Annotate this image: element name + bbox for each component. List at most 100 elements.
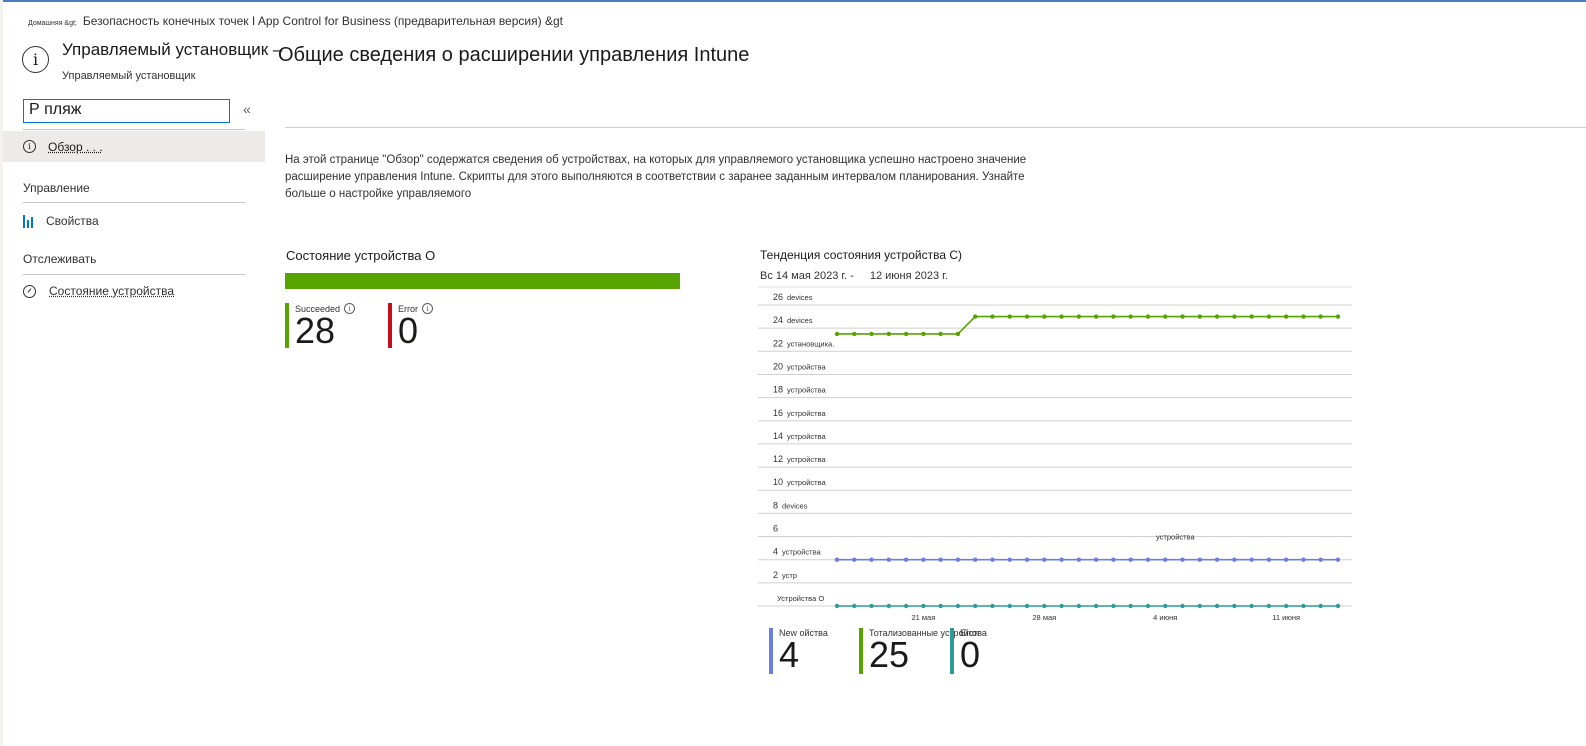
series-point[interactable] — [1093, 603, 1099, 609]
sidebar-item-properties[interactable]: Свойства — [23, 214, 99, 228]
series-point[interactable] — [938, 603, 943, 609]
series-point[interactable] — [1301, 314, 1306, 319]
series-point[interactable] — [1180, 314, 1185, 319]
series-point[interactable] — [1318, 314, 1323, 319]
sidebar-item-overview[interactable]: i Обзор . . . — [3, 131, 265, 162]
search-input[interactable]: Р пляж — [23, 99, 230, 123]
series-point[interactable] — [852, 557, 857, 562]
series-point[interactable] — [1266, 314, 1272, 319]
series-point[interactable] — [1111, 557, 1116, 562]
series-point[interactable] — [955, 603, 961, 609]
series-point[interactable] — [1128, 314, 1133, 319]
series-point[interactable] — [1197, 603, 1202, 609]
series-point[interactable] — [1335, 603, 1341, 609]
series-point[interactable] — [1076, 557, 1082, 562]
series-point[interactable] — [1197, 557, 1202, 562]
series-point[interactable] — [1335, 314, 1341, 319]
series-point[interactable] — [1163, 603, 1168, 609]
series-point[interactable] — [1093, 557, 1099, 562]
series-point[interactable] — [1232, 314, 1237, 319]
series-point[interactable] — [955, 331, 961, 337]
series-point[interactable] — [1214, 314, 1220, 319]
series-point[interactable] — [1249, 603, 1254, 609]
series-point[interactable] — [903, 603, 909, 609]
series-point[interactable] — [1059, 314, 1064, 319]
series-point[interactable] — [1232, 557, 1237, 562]
sidebar-item-device-status[interactable]: Состояние устройства — [23, 284, 174, 298]
series-point[interactable] — [1111, 314, 1116, 319]
series-point[interactable] — [903, 557, 909, 562]
series-point[interactable] — [886, 331, 892, 337]
series-point[interactable] — [973, 603, 978, 609]
series-point[interactable] — [886, 557, 892, 562]
series-point[interactable] — [1266, 603, 1272, 609]
series-point[interactable] — [1076, 603, 1082, 609]
series-point[interactable] — [1197, 314, 1202, 319]
series-point[interactable] — [921, 331, 926, 337]
series-point[interactable] — [834, 331, 840, 337]
series-point[interactable] — [1318, 557, 1323, 562]
series-point[interactable] — [955, 557, 961, 562]
series-point[interactable] — [1266, 557, 1272, 562]
series-point[interactable] — [834, 603, 840, 609]
series-point[interactable] — [834, 557, 840, 562]
info-icon[interactable]: i — [344, 303, 356, 314]
series-point[interactable] — [1283, 557, 1289, 562]
series-point[interactable] — [1059, 557, 1064, 562]
collapse-sidebar-button[interactable]: « — [243, 101, 251, 117]
series-point[interactable] — [973, 314, 978, 319]
series-point[interactable] — [1145, 603, 1151, 609]
series-point[interactable] — [938, 331, 943, 337]
info-icon[interactable]: i — [422, 303, 433, 314]
series-point[interactable] — [1163, 557, 1168, 562]
series-point[interactable] — [852, 603, 857, 609]
series-point[interactable] — [973, 557, 978, 562]
series-point[interactable] — [1128, 557, 1133, 562]
series-point[interactable] — [1301, 603, 1306, 609]
series-point[interactable] — [869, 603, 874, 609]
series-point[interactable] — [990, 314, 995, 319]
series-point[interactable] — [1214, 557, 1220, 562]
series-point[interactable] — [1007, 314, 1012, 319]
series-point[interactable] — [1249, 314, 1254, 319]
breadcrumb-path[interactable]: Безопасность конечных точек I App Contro… — [83, 14, 563, 28]
series-point[interactable] — [1180, 557, 1185, 562]
series-point[interactable] — [1283, 314, 1289, 319]
series-point[interactable] — [1024, 314, 1030, 319]
series-point[interactable] — [1283, 603, 1289, 609]
series-point[interactable] — [1249, 557, 1254, 562]
series-point[interactable] — [1059, 603, 1064, 609]
series-point[interactable] — [1042, 314, 1047, 319]
series-point[interactable] — [1128, 603, 1133, 609]
series-point[interactable] — [1042, 557, 1047, 562]
series-point[interactable] — [903, 331, 909, 337]
series-point[interactable] — [1093, 314, 1099, 319]
sidebar-item-label: Состояние устройства — [49, 284, 175, 298]
series-point[interactable] — [1163, 314, 1168, 319]
series-point[interactable] — [1024, 557, 1030, 562]
series-point[interactable] — [1042, 603, 1047, 609]
series-point[interactable] — [1318, 603, 1323, 609]
series-point[interactable] — [886, 603, 892, 609]
breadcrumb-home[interactable]: Домашняя &gt; — [28, 20, 77, 27]
series-point[interactable] — [1145, 557, 1151, 562]
series-point[interactable] — [852, 331, 857, 337]
series-point[interactable] — [990, 603, 995, 609]
series-point[interactable] — [1145, 314, 1151, 319]
series-point[interactable] — [990, 557, 995, 562]
series-point[interactable] — [1007, 603, 1012, 609]
series-point[interactable] — [869, 331, 874, 337]
series-point[interactable] — [1024, 603, 1030, 609]
series-point[interactable] — [1301, 557, 1306, 562]
series-point[interactable] — [1232, 603, 1237, 609]
series-point[interactable] — [869, 557, 874, 562]
series-point[interactable] — [1076, 314, 1082, 319]
series-point[interactable] — [1111, 603, 1116, 609]
series-point[interactable] — [921, 557, 926, 562]
series-point[interactable] — [1214, 603, 1220, 609]
series-point[interactable] — [1007, 557, 1012, 562]
series-point[interactable] — [1335, 557, 1341, 562]
series-point[interactable] — [1180, 603, 1185, 609]
series-point[interactable] — [921, 603, 926, 609]
series-point[interactable] — [938, 557, 943, 562]
